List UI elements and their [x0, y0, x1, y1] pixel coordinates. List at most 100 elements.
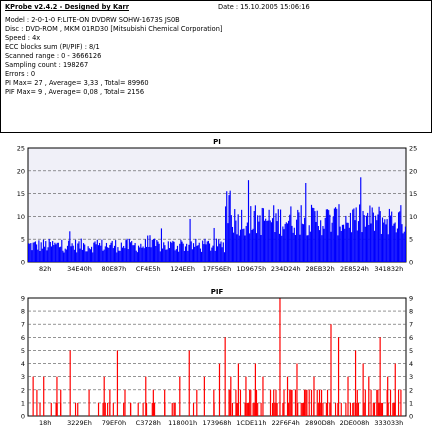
data-bar	[116, 252, 118, 262]
data-bar	[349, 212, 352, 262]
data-bar	[237, 214, 239, 262]
data-bar	[289, 214, 291, 262]
data-bar	[325, 209, 327, 262]
data-bar	[370, 223, 372, 262]
data-bar	[82, 243, 85, 262]
data-bar	[183, 250, 185, 262]
data-bar	[340, 402, 342, 416]
data-bar	[127, 249, 129, 262]
x-tick-label: 82h	[39, 265, 51, 273]
data-spike	[32, 376, 34, 416]
data-spike	[69, 350, 71, 416]
data-bar	[394, 222, 396, 262]
data-bar	[282, 226, 284, 262]
data-bar	[48, 238, 50, 262]
y-tick-label-right: 10	[409, 213, 417, 221]
data-spike	[237, 363, 239, 416]
data-spike	[203, 376, 205, 416]
data-bar	[154, 238, 156, 262]
data-bar	[356, 230, 358, 262]
data-spike	[116, 350, 119, 416]
data-bar	[190, 241, 192, 262]
data-bar	[36, 244, 38, 262]
data-bar	[79, 248, 81, 262]
data-bar	[331, 222, 333, 262]
x-tick-label: 2890D8h	[305, 419, 335, 427]
data-bar	[290, 389, 292, 416]
data-bar	[180, 239, 182, 262]
data-bar	[76, 252, 78, 262]
data-bar	[273, 205, 275, 262]
data-bar	[139, 247, 141, 262]
y-tick-label-left: 5	[21, 347, 25, 355]
data-bar	[104, 246, 106, 262]
data-bar	[379, 211, 381, 262]
data-bar	[280, 209, 282, 262]
x-tick-label: 18h	[39, 419, 51, 427]
pi-chart: PI 0 0 5 5 10 10 15 15 20 20 25 25 82h 34E40h 80E87h CF4…	[17, 138, 418, 273]
data-bar	[227, 223, 229, 262]
y-tick-label-right: 5	[409, 347, 413, 355]
data-bar	[145, 246, 148, 262]
data-bar	[91, 246, 93, 262]
data-bar	[157, 241, 159, 262]
data-bar	[399, 211, 401, 262]
data-bar	[288, 402, 290, 416]
data-bar	[353, 208, 355, 262]
data-bar	[47, 247, 49, 262]
data-bar	[291, 225, 293, 262]
data-spike	[124, 389, 126, 416]
data-bar	[80, 238, 82, 262]
data-bar	[334, 207, 337, 262]
data-bar	[105, 242, 108, 262]
data-bar	[378, 206, 380, 262]
data-bar	[210, 250, 212, 262]
data-bar	[246, 402, 248, 416]
data-bar	[112, 402, 114, 416]
data-bar	[313, 208, 315, 262]
data-bar	[192, 243, 195, 262]
data-bar	[278, 233, 280, 262]
data-bar	[92, 252, 94, 262]
data-bar	[107, 402, 109, 416]
y-tick-label-left: 0	[21, 259, 25, 267]
data-bar	[362, 210, 364, 262]
data-bar	[120, 242, 122, 262]
data-bar	[131, 241, 133, 262]
data-spike	[296, 363, 298, 416]
data-bar	[389, 389, 392, 416]
y-tick-label-left: 5	[21, 236, 25, 244]
data-bar	[188, 244, 190, 262]
data-bar	[268, 209, 270, 262]
data-bar	[310, 389, 313, 416]
info-speed: Speed : 4x	[5, 34, 41, 42]
data-bar	[397, 212, 400, 262]
y-tick-label-left: 15	[17, 190, 25, 198]
data-bar	[72, 245, 74, 262]
data-bar	[69, 231, 71, 262]
data-bar	[202, 240, 204, 262]
data-bar	[55, 244, 57, 262]
app-title: KProbe v2.4.2 - Designed by Karr	[5, 3, 130, 11]
data-bar	[372, 212, 374, 262]
data-bar	[211, 247, 213, 262]
data-bar	[175, 249, 177, 262]
data-bar	[197, 245, 199, 262]
data-spike	[43, 376, 45, 416]
data-bar	[345, 402, 347, 416]
data-bar	[260, 402, 262, 416]
data-spike	[400, 389, 402, 416]
data-bar	[305, 183, 307, 262]
data-bar	[158, 243, 160, 262]
data-bar	[89, 249, 91, 262]
data-bar	[253, 211, 255, 262]
data-bar	[297, 209, 299, 262]
data-bar	[376, 220, 378, 262]
data-bar	[168, 248, 171, 262]
data-bar	[341, 224, 343, 262]
data-bar	[54, 242, 56, 262]
data-bar	[250, 389, 252, 416]
data-bar	[294, 235, 297, 262]
data-bar	[135, 250, 137, 262]
data-spike	[286, 376, 289, 416]
